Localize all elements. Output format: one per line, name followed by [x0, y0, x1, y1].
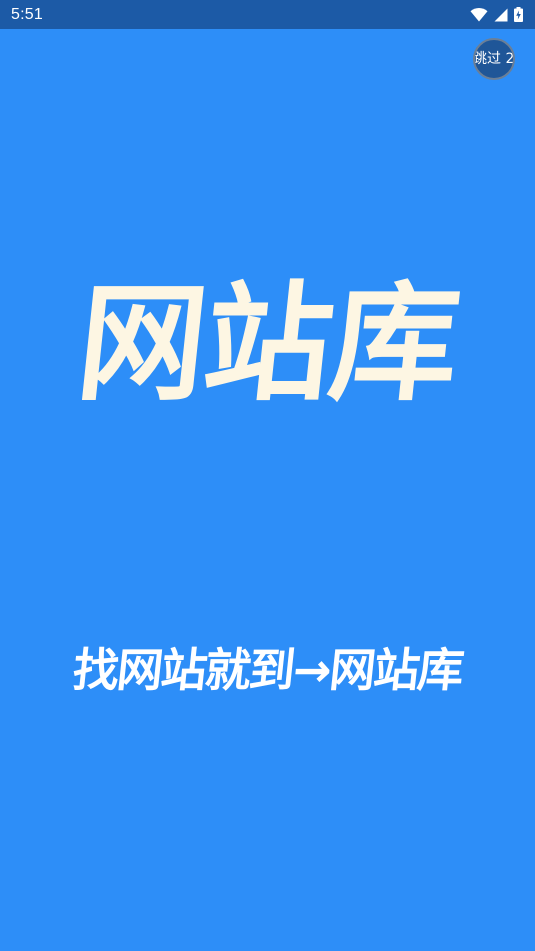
- skip-label: 跳过 2: [473, 51, 515, 67]
- status-bar: 5:51: [0, 0, 535, 29]
- status-icons: [470, 7, 523, 22]
- skip-countdown-button[interactable]: 跳过 2: [473, 38, 515, 80]
- splash-screen: 5:51 跳过 2 网站库 找网站就到→网站库: [0, 0, 535, 951]
- status-time: 5:51: [11, 5, 43, 23]
- slogan: 找网站就到→网站库: [70, 643, 465, 697]
- battery-charging-icon: [514, 7, 523, 22]
- app-logo-text: 网站库: [70, 270, 465, 419]
- signal-icon: [494, 8, 508, 22]
- wifi-icon: [470, 7, 488, 22]
